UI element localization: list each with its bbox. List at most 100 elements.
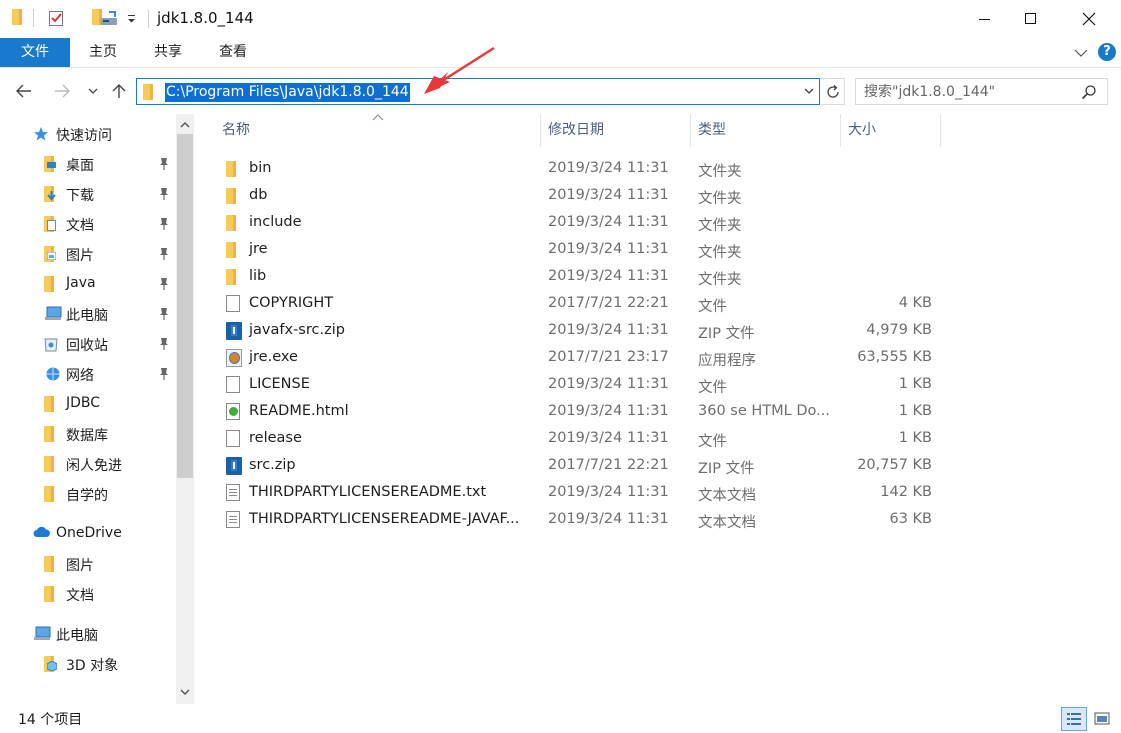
sidebar-item-图片[interactable]: 图片 (0, 239, 175, 269)
file-type: 文件夹 (698, 191, 742, 207)
sidebar-item-自学的[interactable]: 自学的 (0, 479, 175, 509)
sidebar-item-数据库[interactable]: 数据库 (0, 419, 175, 449)
network-icon (44, 366, 62, 386)
address-path[interactable]: C:\Program Files\Java\jdk1.8.0_144 (165, 83, 410, 102)
tab-share[interactable]: 共享 (137, 38, 199, 67)
forward-button[interactable] (50, 78, 74, 104)
file-row[interactable]: README.html 2019/3/24 11:31 360 se HTML Do… (214, 398, 934, 425)
sidebar-item-下载[interactable]: 下载 (0, 179, 175, 209)
tab-home[interactable]: 主页 (72, 38, 134, 67)
drive-icon[interactable] (100, 11, 120, 31)
file-row[interactable]: COPYRIGHT 2017/7/21 22:21 文件 4 KB (214, 290, 934, 317)
refresh-button[interactable] (821, 78, 845, 105)
file-date: 2019/3/24 11:31 (548, 403, 669, 419)
file-type: 文件夹 (698, 164, 742, 180)
minimize-icon (979, 19, 990, 20)
sidebar-item-文档[interactable]: 文档 (0, 579, 175, 609)
3d-objects-folder-icon (44, 656, 57, 676)
close-button[interactable] (1066, 0, 1112, 38)
sidebar-item-文档[interactable]: 文档 (0, 209, 175, 239)
file-name: release (249, 430, 302, 446)
tab-file[interactable]: 文件 (0, 38, 70, 67)
properties-icon[interactable] (48, 10, 65, 31)
search-box[interactable] (855, 78, 1108, 105)
file-date: 2019/3/24 11:31 (548, 241, 669, 257)
file-row[interactable]: LICENSE 2019/3/24 11:31 文件 1 KB (214, 371, 934, 398)
column-header-type[interactable]: 类型 (690, 114, 841, 147)
pin-icon (158, 307, 170, 325)
folder-icon (44, 276, 54, 296)
column-header-date[interactable]: 修改日期 (540, 114, 691, 147)
sidebar-item-快速访问[interactable]: 快速访问 (0, 119, 175, 149)
desktop-folder-icon (44, 156, 56, 176)
file-type: ZIP 文件 (698, 461, 755, 477)
scrollbar-thumb[interactable] (177, 134, 193, 478)
recycle-bin-icon (44, 336, 58, 356)
sidebar-item-OneDrive[interactable]: OneDrive (0, 519, 175, 549)
file-row[interactable]: javafx-src.zip 2019/3/24 11:31 ZIP 文件 4,979… (214, 317, 934, 344)
annotation-arrow (424, 46, 495, 94)
file-date: 2017/7/21 23:17 (548, 349, 669, 365)
file-row[interactable]: THIRDPARTYLICENSEREADME.txt 2019/3/24 11:… (214, 479, 934, 506)
sidebar-item-JDBC[interactable]: JDBC (0, 389, 175, 419)
column-header-size[interactable]: 大小 (840, 114, 941, 147)
expand-ribbon-icon[interactable] (1074, 46, 1088, 62)
file-type: 文件夹 (698, 218, 742, 234)
address-dropdown-icon[interactable] (803, 83, 815, 103)
nav-pane-scrollbar[interactable] (176, 114, 194, 704)
folder-icon (44, 426, 54, 446)
file-row[interactable]: include 2019/3/24 11:31 文件夹 (214, 209, 934, 236)
file-row[interactable]: jre.exe 2017/7/21 23:17 应用程序 63,555 KB (214, 344, 934, 371)
file-row[interactable]: db 2019/3/24 11:31 文件夹 (214, 182, 934, 209)
file-row[interactable]: bin 2019/3/24 11:31 文件夹 (214, 155, 934, 182)
maximize-button[interactable] (1008, 0, 1054, 38)
help-icon[interactable]: ? (1098, 43, 1116, 61)
back-button[interactable] (12, 78, 36, 104)
recent-locations-button[interactable] (83, 78, 103, 104)
text-file-icon (226, 511, 240, 532)
sidebar-item-闲人免进[interactable]: 闲人免进 (0, 449, 175, 479)
refresh-icon (826, 84, 839, 98)
sidebar-item-label: 图片 (66, 558, 94, 574)
scroll-down-icon (180, 689, 190, 695)
sidebar-item-label: 快速访问 (56, 128, 112, 144)
folder-icon (44, 456, 54, 476)
file-row[interactable]: THIRDPARTYLICENSEREADME-JAVAF... 2019/3/2… (214, 506, 934, 533)
sidebar-item-label: 自学的 (66, 488, 108, 504)
file-name: jre.exe (249, 349, 298, 365)
maximize-icon (1025, 13, 1036, 24)
search-icon[interactable] (1081, 84, 1097, 104)
column-header-name[interactable]: 名称 (214, 114, 541, 147)
file-icon (226, 295, 240, 316)
up-button[interactable] (107, 78, 131, 104)
pin-icon (158, 337, 170, 355)
sidebar-item-图片[interactable]: 图片 (0, 549, 175, 579)
sidebar-item-Java[interactable]: Java (0, 269, 175, 299)
file-row[interactable]: lib 2019/3/24 11:31 文件夹 (214, 263, 934, 290)
tab-view[interactable]: 查看 (202, 38, 264, 67)
file-row[interactable]: src.zip 2017/7/21 22:21 ZIP 文件 20,757 KB (214, 452, 934, 479)
file-type: 文件夹 (698, 245, 742, 261)
file-type: 文件夹 (698, 272, 742, 288)
status-bar: 14 个项目 (0, 704, 1121, 733)
details-view-button[interactable] (1061, 707, 1087, 731)
sidebar-item-3D 对象[interactable]: 3D 对象 (0, 649, 175, 679)
folder-icon (226, 187, 236, 207)
folder-icon (226, 241, 236, 261)
sidebar-item-label: 网络 (66, 368, 94, 384)
file-row[interactable]: release 2019/3/24 11:31 文件 1 KB (214, 425, 934, 452)
sidebar-item-此电脑[interactable]: 此电脑 (0, 619, 175, 649)
minimize-button[interactable] (962, 0, 1008, 38)
large-icons-view-icon (1094, 712, 1110, 725)
sidebar-item-桌面[interactable]: 桌面 (0, 149, 175, 179)
sidebar-item-回收站[interactable]: 回收站 (0, 329, 175, 359)
computer-icon (44, 306, 62, 326)
sidebar-item-此电脑[interactable]: 此电脑 (0, 299, 175, 329)
sidebar-item-网络[interactable]: 网络 (0, 359, 175, 389)
file-date: 2019/3/24 11:31 (548, 430, 669, 446)
quick-access-toolbar-dropdown-icon[interactable] (127, 10, 137, 30)
large-icons-view-button[interactable] (1089, 707, 1115, 731)
file-row[interactable]: jre 2019/3/24 11:31 文件夹 (214, 236, 934, 263)
search-input[interactable] (864, 83, 1074, 101)
file-type: 文件 (698, 299, 727, 315)
